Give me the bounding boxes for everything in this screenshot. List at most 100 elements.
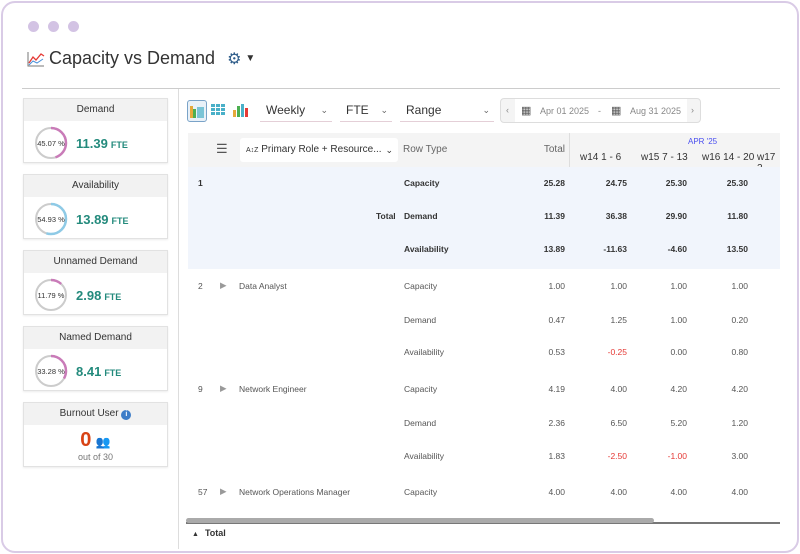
unit-select[interactable]: FTE ⌄ bbox=[340, 100, 392, 122]
calendar-icon[interactable]: ▦ bbox=[521, 104, 531, 117]
card-label: Burnout User bbox=[59, 408, 119, 419]
cell-value: 1.00 bbox=[610, 281, 627, 291]
cell-value: 11.80 bbox=[727, 211, 748, 221]
expand-icon[interactable]: ▶ bbox=[220, 486, 227, 497]
next-icon[interactable]: › bbox=[691, 105, 694, 115]
cell-value: 0.20 bbox=[731, 315, 748, 325]
view-grid-button[interactable] bbox=[209, 100, 229, 122]
caret-up-icon: ▲ bbox=[192, 531, 199, 538]
cell-value: 1.00 bbox=[670, 315, 687, 325]
row-name: Data Analyst bbox=[239, 281, 287, 291]
card-header: Availability bbox=[24, 175, 167, 197]
cell-value: 1.00 bbox=[670, 281, 687, 291]
cell-value: 0.47 bbox=[548, 315, 565, 325]
percent-ring: 54.93 % bbox=[34, 202, 68, 236]
prev-icon[interactable]: ‹ bbox=[506, 105, 509, 115]
cell-value: -4.60 bbox=[667, 244, 687, 254]
cell-value: 11.39 bbox=[544, 211, 565, 221]
grid-icon bbox=[211, 104, 225, 115]
cell-value: 4.19 bbox=[548, 384, 565, 394]
gear-icon[interactable]: ⚙ bbox=[227, 49, 241, 69]
burnout-card: Burnout User i 0 👥 out of 30 bbox=[23, 402, 168, 467]
cell-value: 1.20 bbox=[731, 418, 748, 428]
line-chart-icon bbox=[27, 51, 45, 66]
metric-card: Unnamed Demand 11.79 % 2.98 FTE bbox=[23, 250, 168, 315]
cell-value: 0.00 bbox=[670, 347, 687, 357]
cell-value: 29.90 bbox=[665, 211, 687, 221]
percent-label: 11.79 % bbox=[37, 290, 65, 300]
bar-chart-icon bbox=[233, 104, 248, 117]
metric-card: Demand 45.07 % 11.39 FTE bbox=[23, 98, 168, 163]
month-label: APR '25 bbox=[688, 137, 718, 146]
cell-value: 3.00 bbox=[731, 451, 748, 461]
group-by-value: Primary Role + Resource... bbox=[261, 144, 382, 155]
metric-unit: FTE bbox=[104, 291, 122, 302]
metric-value: 8.41 bbox=[76, 363, 102, 379]
collapse-rows-icon[interactable]: ☰ bbox=[216, 141, 228, 157]
cell-value: 2.36 bbox=[548, 418, 565, 428]
percent-ring: 11.79 % bbox=[34, 278, 68, 312]
row-name: Network Engineer bbox=[239, 384, 307, 394]
cell-value: -0.25 bbox=[607, 347, 627, 357]
cell-value: 25.30 bbox=[726, 178, 748, 188]
date-range-picker: ‹ ▦ Apr 01 2025 - ▦ Aug 31 2025 › bbox=[500, 98, 701, 123]
expand-icon[interactable]: ▶ bbox=[220, 383, 227, 394]
info-icon[interactable]: i bbox=[121, 410, 132, 420]
cell-value: 36.38 bbox=[605, 211, 627, 221]
date-separator: - bbox=[598, 106, 601, 116]
col-rowtype: Row Type bbox=[403, 144, 448, 155]
cell-value: 4.00 bbox=[610, 487, 627, 497]
users-icon: 👥 bbox=[95, 435, 111, 449]
cell-value: 13.50 bbox=[726, 244, 748, 254]
period-select[interactable]: Weekly ⌄ bbox=[260, 100, 332, 122]
row-type: Capacity bbox=[404, 384, 438, 394]
metric-card: Availability 54.93 % 13.89 FTE bbox=[23, 174, 168, 239]
row-number: 2 bbox=[198, 281, 203, 291]
burnout-sub: out of 30 bbox=[77, 452, 114, 462]
week-header: w15 7 - 13 bbox=[641, 152, 688, 163]
cell-value: 0.80 bbox=[731, 347, 748, 357]
cell-value: 4.00 bbox=[548, 487, 565, 497]
expand-icon[interactable]: ▶ bbox=[220, 280, 227, 291]
cell-value: 4.00 bbox=[731, 487, 748, 497]
row-type: Demand bbox=[404, 211, 438, 221]
row-type: Availability bbox=[404, 244, 449, 254]
start-date[interactable]: Apr 01 2025 bbox=[540, 106, 589, 116]
burnout-count: 0 bbox=[80, 429, 92, 451]
range-value: Range bbox=[406, 103, 442, 117]
footer-total[interactable]: ▲ Total bbox=[192, 528, 226, 538]
week-header: w16 14 - 20 bbox=[702, 152, 755, 163]
col-total: Total bbox=[543, 144, 565, 155]
table-chart-icon bbox=[190, 106, 204, 118]
percent-label: 33.28 % bbox=[37, 366, 65, 376]
row-name: Network Operations Manager bbox=[239, 487, 351, 497]
cell-value: 4.20 bbox=[731, 384, 748, 394]
card-header: Named Demand bbox=[24, 327, 167, 349]
caret-down-icon[interactable]: ▼ bbox=[245, 53, 255, 64]
horizontal-scrollbar-thumb[interactable] bbox=[186, 518, 654, 523]
cell-value: -2.50 bbox=[607, 451, 627, 461]
cell-value: 1.00 bbox=[548, 281, 565, 291]
view-chart-button[interactable] bbox=[231, 100, 251, 122]
metric-value: 13.89 bbox=[76, 211, 109, 227]
window-dot bbox=[28, 21, 39, 32]
cell-value: 25.28 bbox=[543, 178, 565, 188]
percent-ring: 45.07 % bbox=[34, 126, 68, 160]
metric-value: 11.39 bbox=[76, 135, 108, 151]
group-by-select[interactable]: A↕Z Primary Role + Resource... ⌄ bbox=[240, 138, 398, 162]
view-table-chart-button[interactable] bbox=[187, 100, 207, 122]
metric-value: 2.98 bbox=[76, 287, 102, 303]
range-select[interactable]: Range ⌄ bbox=[400, 100, 494, 122]
cell-value: 5.20 bbox=[670, 418, 687, 428]
cell-value: 24.75 bbox=[605, 178, 627, 188]
card-header: Demand bbox=[24, 99, 167, 121]
row-number: 1 bbox=[198, 178, 203, 188]
metric-unit: FTE bbox=[104, 367, 122, 378]
chevron-down-icon: ⌄ bbox=[380, 105, 388, 115]
calendar-icon[interactable]: ▦ bbox=[611, 104, 621, 117]
row-type: Demand bbox=[404, 315, 437, 325]
divider bbox=[178, 89, 179, 549]
row-group-label: Total bbox=[376, 211, 396, 221]
cell-value: -1.00 bbox=[667, 451, 687, 461]
end-date[interactable]: Aug 31 2025 bbox=[630, 106, 681, 116]
